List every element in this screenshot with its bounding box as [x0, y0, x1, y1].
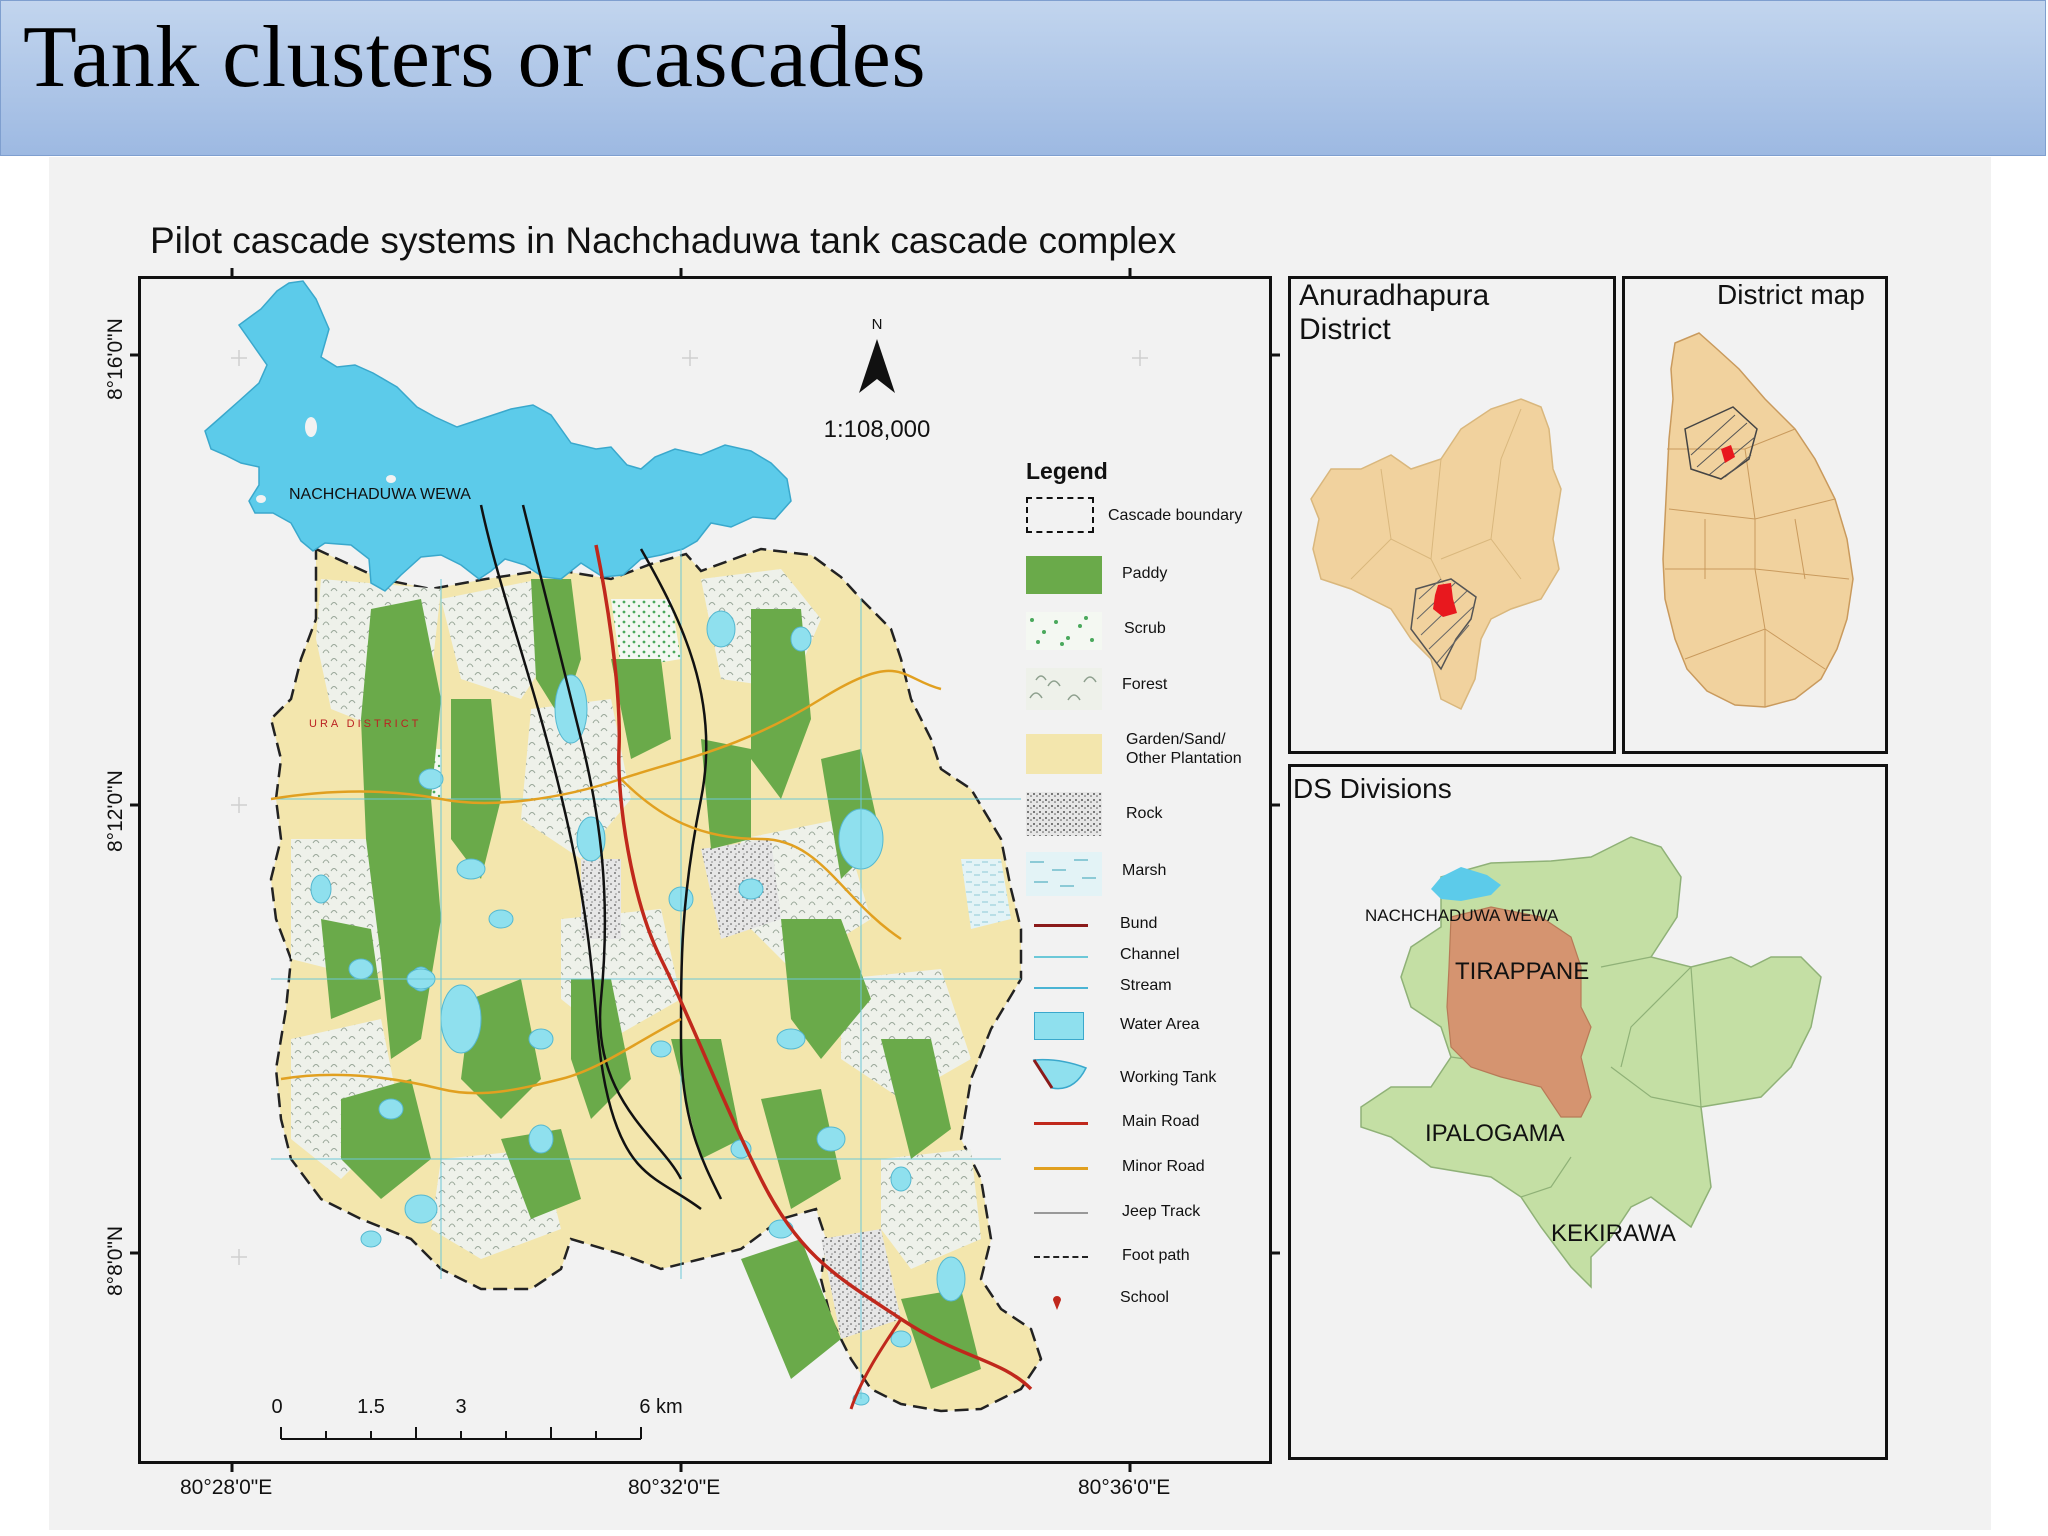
- inset-district-frame: Anuradhapura District: [1288, 276, 1616, 754]
- ds-label-kekirawa: KEKIRAWA: [1551, 1220, 1676, 1247]
- sri-lanka-map: [1662, 332, 1854, 708]
- ds-label-lake: NACHCHADUWA WEWA: [1365, 906, 1559, 925]
- ds-label-tirappane: TIRAPPANE: [1455, 958, 1589, 985]
- district-map: [1310, 398, 1562, 711]
- ds-divisions-map: NACHCHADUWA WEWA TIRAPPANE IPALOGAMA KEK…: [1360, 836, 1822, 1289]
- inset-ds-frame: DS Divisions NACHCHADUWA WEWA TIRAPPANE …: [1288, 764, 1888, 1460]
- inset-country-frame: District map: [1622, 276, 1888, 754]
- ds-label-ipalogama: IPALOGAMA: [1425, 1120, 1565, 1147]
